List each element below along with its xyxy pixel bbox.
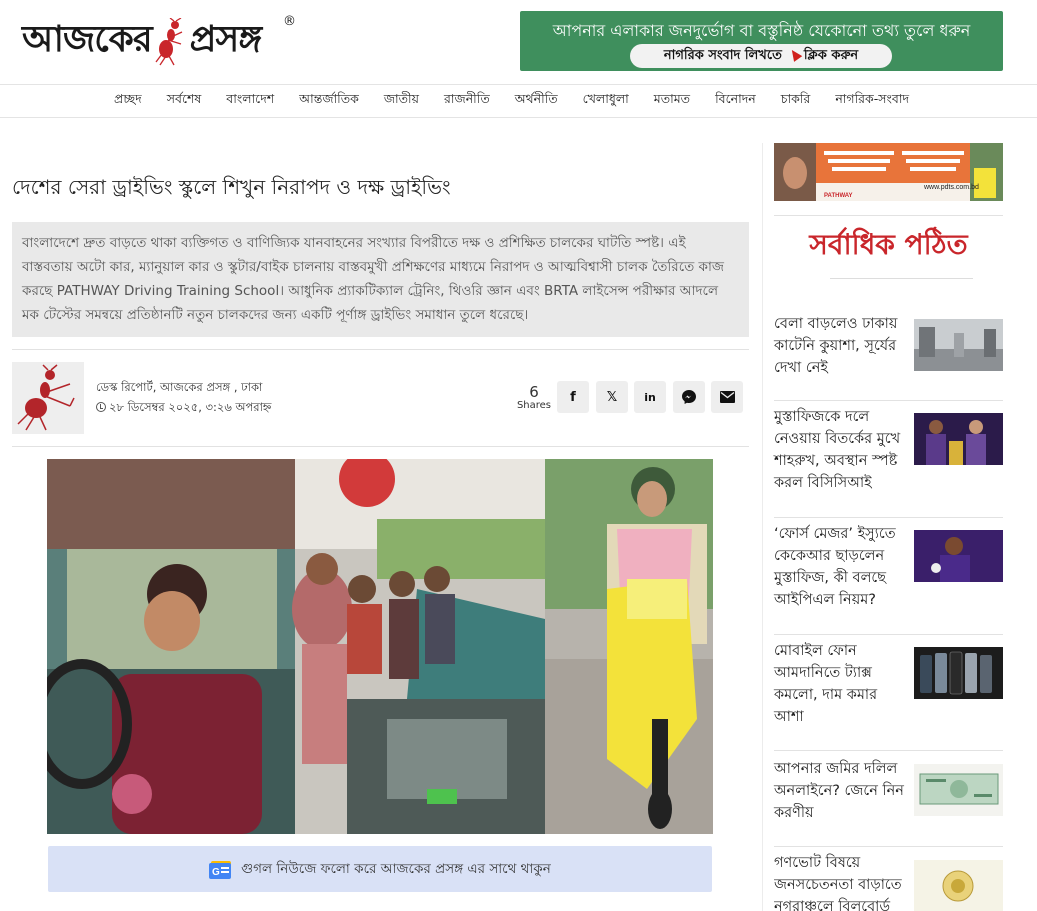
- google-news-icon: G: [209, 858, 235, 880]
- facebook-icon: f: [570, 389, 576, 405]
- clock-icon: [96, 402, 106, 412]
- most-read-item-title: বেলা বাড়লেও ঢাকায় কাটেনি কুয়াশা, সূর্…: [774, 316, 898, 376]
- cursor-icon: [787, 47, 803, 62]
- nav-item[interactable]: খেলাধুলা: [583, 91, 629, 111]
- nav-item[interactable]: অর্থনীতি: [515, 91, 558, 111]
- nav-items: প্রচ্ছদ সর্বশেষ বাংলাদেশ আন্তর্জাতিক জাতীয় র…: [114, 85, 934, 117]
- ad-url: www.pdts.com.bd: [923, 184, 979, 191]
- most-read-item-title: ‘ফোর্স মেজর’ ইস্যুতে কেকেআর ছাড়লেন মুস্…: [774, 526, 896, 608]
- sidebar-rule: [774, 634, 1003, 635]
- banner-button-action: ক্লিক করুন: [803, 48, 859, 63]
- fog-city-thumbnail: [914, 319, 1003, 371]
- x-icon: 𝕏: [606, 389, 618, 405]
- nav-item[interactable]: বিনোদন: [715, 91, 756, 111]
- kkr-player-thumbnail: [914, 530, 1003, 582]
- main-nav: প্রচ্ছদ সর্বশেষ বাংলাদেশ আন্তর্জাতিক জাতীয় র…: [0, 84, 1037, 118]
- divider: [12, 446, 749, 447]
- messenger-icon: [682, 390, 696, 404]
- driving-school-ad-image: PATHWAY www.pdts.com.bd: [774, 143, 1003, 201]
- sidebar-advertisement[interactable]: PATHWAY www.pdts.com.bd: [774, 143, 1003, 201]
- article-headline: দেশের সেরা ড্রাইভিং স্কুলে শিখুন নিরাপদ …: [12, 175, 451, 199]
- linkedin-icon: in: [644, 390, 656, 404]
- registered-mark: ®: [283, 14, 296, 29]
- most-read-item-title: মোবাইল ফোন আমদানিতে ট্যাক্স কমলো, দাম কম…: [774, 643, 878, 725]
- nav-item[interactable]: নাগরিক-সংবাদ: [835, 91, 909, 111]
- nav-item[interactable]: মতামত: [654, 91, 690, 111]
- logo-text-first: আজকের: [22, 18, 153, 60]
- sidebar-divider: [762, 143, 763, 911]
- publish-date: ২৮ ডিসেম্বর ২০২৫, ৩:২৬ অপরাহ্ন: [96, 399, 271, 418]
- author-avatar: [12, 362, 84, 434]
- most-read-item-title: গণভোট বিষয়ে জনসচেতনতা বাড়াতে নগরাঞ্চলে…: [774, 855, 902, 911]
- email-icon: [719, 391, 735, 403]
- nav-item[interactable]: জাতীয়: [384, 91, 419, 111]
- sidebar-rule: [774, 400, 1003, 401]
- most-read-rule: [830, 278, 973, 279]
- messenger-share-button[interactable]: [673, 381, 705, 413]
- banner-button-label: নাগরিক সংবাদ লিখতে: [663, 48, 782, 63]
- most-read-item[interactable]: বেলা বাড়লেও ঢাকায় কাটেনি কুয়াশা, সূর্…: [774, 313, 1003, 383]
- most-read-item-title: আপনার জমির দলিল অনলাইনে? জেনে নিন করণীয়: [774, 761, 904, 821]
- cricket-players-thumbnail: [914, 413, 1003, 465]
- citizen-news-button[interactable]: নাগরিক সংবাদ লিখতে ক্লিক করুন: [630, 44, 892, 68]
- nav-item[interactable]: বাংলাদেশ: [226, 91, 274, 111]
- x-share-button[interactable]: 𝕏: [596, 381, 628, 413]
- news-thumbnail: [914, 860, 1003, 911]
- most-read-item[interactable]: ‘ফোর্স মেজর’ ইস্যুতে কেকেআর ছাড়লেন মুস্…: [774, 523, 1003, 618]
- facebook-share-button[interactable]: f: [557, 381, 589, 413]
- email-share-button[interactable]: [711, 381, 743, 413]
- news-thumbnail: [914, 530, 1003, 582]
- author-name: ডেস্ক রিপোর্ট, আজকের প্রসঙ্গ , ঢাকা: [96, 380, 263, 394]
- nav-item[interactable]: প্রচ্ছদ: [114, 91, 142, 111]
- google-news-icon-letter: G: [212, 867, 220, 878]
- publish-date-text: ২৮ ডিসেম্বর ২০২৫, ৩:২৬ অপরাহ্ন: [109, 400, 272, 414]
- election-commission-thumbnail: [914, 860, 1003, 911]
- ant-avatar-icon: [17, 364, 75, 431]
- most-read-title: সর্বাধিক পঠিত: [809, 228, 968, 261]
- ad-brand: PATHWAY: [824, 193, 853, 199]
- article-summary: বাংলাদেশে দ্রুত বাড়তে থাকা ব্যক্তিগত ও …: [12, 222, 749, 337]
- nav-item[interactable]: রাজনীতি: [444, 91, 490, 111]
- land-deed-thumbnail: [914, 764, 1003, 816]
- news-thumbnail: [914, 764, 1003, 816]
- most-read-item-title: মুস্তাফিজকে দলে নেওয়ায় বিতর্কের মুখে শ…: [774, 409, 901, 491]
- sidebar-rule: [774, 846, 1003, 847]
- nav-item[interactable]: আন্তর্জাতিক: [299, 91, 359, 111]
- share-count-label: Shares: [516, 400, 552, 411]
- site-logo[interactable]: আজকের প্রসঙ্গ: [22, 14, 302, 70]
- share-count: 6 Shares: [512, 384, 556, 411]
- nav-item[interactable]: চাকরি: [781, 91, 811, 111]
- sidebar-rule: [774, 517, 1003, 518]
- ant-logo-icon: [155, 18, 182, 66]
- google-news-follow-banner[interactable]: G গুগল নিউজে ফলো করে আজকের প্রসঙ্গ এর সা…: [48, 846, 712, 892]
- google-news-text: গুগল নিউজে ফলো করে আজকের প্রসঙ্গ এর সাথে…: [241, 860, 551, 877]
- banner-text: আপনার এলাকার জনদুর্ভোগ বা বস্তুনিষ্ঠ যেক…: [552, 21, 971, 40]
- news-thumbnail: [914, 319, 1003, 371]
- linkedin-share-button[interactable]: in: [634, 381, 666, 413]
- driving-training-collage-image: [47, 459, 713, 834]
- most-read-item[interactable]: মোবাইল ফোন আমদানিতে ট্যাক্স কমলো, দাম কম…: [774, 640, 1003, 735]
- news-thumbnail: [914, 413, 1003, 465]
- share-count-number: 6: [529, 383, 539, 401]
- most-read-item[interactable]: গণভোট বিষয়ে জনসচেতনতা বাড়াতে নগরাঞ্চলে…: [774, 852, 1003, 911]
- logo-text-second: প্রসঙ্গ: [189, 18, 263, 60]
- sidebar-rule: [774, 750, 1003, 751]
- mobile-phones-thumbnail: [914, 647, 1003, 699]
- most-read-item[interactable]: মুস্তাফিজকে দলে নেওয়ায় বিতর্কের মুখে শ…: [774, 406, 1003, 501]
- citizen-news-banner[interactable]: আপনার এলাকার জনদুর্ভোগ বা বস্তুনিষ্ঠ যেক…: [520, 11, 1003, 71]
- news-thumbnail: [914, 647, 1003, 699]
- sidebar-rule: [774, 215, 1003, 216]
- most-read-item[interactable]: আপনার জমির দলিল অনলাইনে? জেনে নিন করণীয়: [774, 758, 1003, 838]
- divider: [12, 349, 749, 350]
- nav-item[interactable]: সর্বশেষ: [167, 91, 202, 111]
- summary-text: বাংলাদেশে দ্রুত বাড়তে থাকা ব্যক্তিগত ও …: [22, 235, 724, 323]
- site-header: আজকের প্রসঙ্গ ® আপনার এলাকার জনদুর্ভোগ ব…: [0, 0, 1037, 84]
- article-hero-image: [47, 459, 713, 834]
